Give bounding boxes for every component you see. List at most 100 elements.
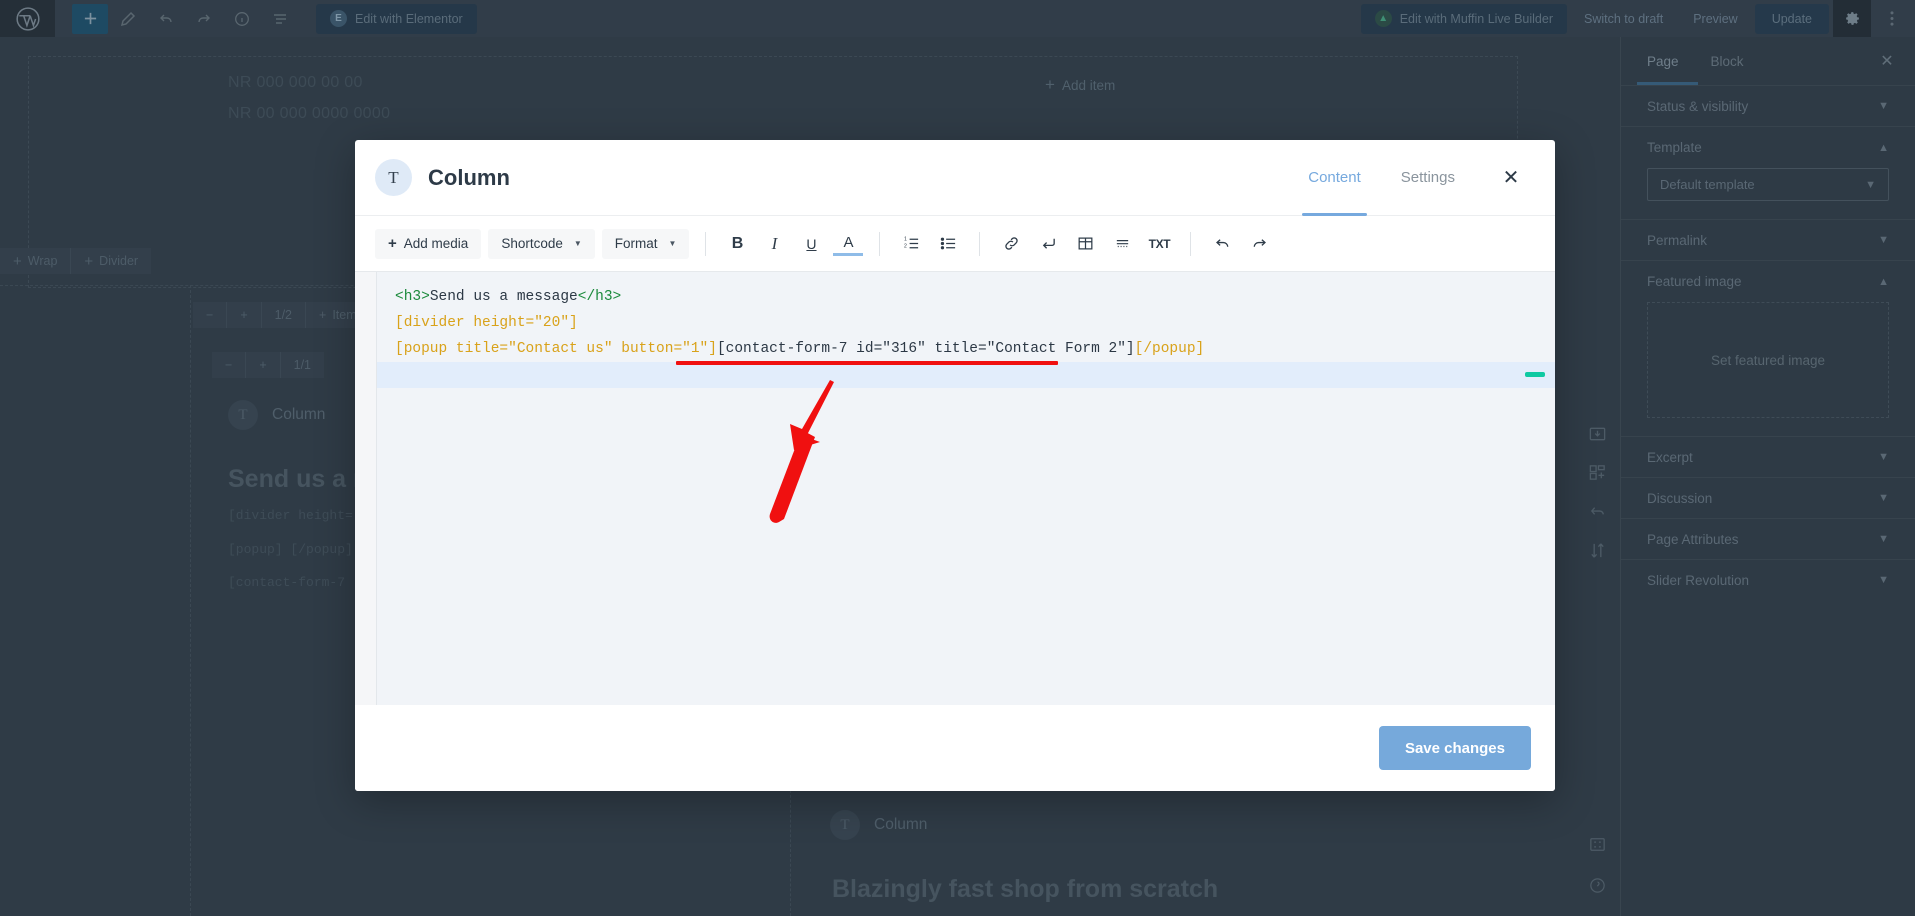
redo-icon[interactable] — [186, 4, 222, 34]
tab-content[interactable]: Content — [1288, 140, 1381, 216]
horizontal-rule-icon[interactable] — [1107, 229, 1137, 259]
preview-button[interactable]: Preview — [1680, 4, 1750, 34]
sidebar-panel-excerpt[interactable]: Excerpt ▼ — [1621, 436, 1915, 477]
edit-with-elementor-button[interactable]: E Edit with Elementor — [316, 4, 477, 34]
ordered-list-icon[interactable]: 1 2 — [896, 229, 926, 259]
bold-button[interactable]: B — [722, 229, 752, 259]
sidebar-panel-label: Template — [1647, 140, 1702, 155]
modal-title: Column — [428, 165, 510, 191]
block-patterns-icon[interactable] — [1575, 453, 1620, 491]
canvas-column-guide — [190, 285, 191, 916]
edit-with-elementor-label: Edit with Elementor — [355, 12, 463, 26]
plain-text-icon[interactable]: TXT — [1144, 229, 1174, 259]
shortcode-label: Shortcode — [501, 236, 563, 251]
canvas-add-divider-label: Divider — [99, 254, 138, 268]
link-icon[interactable] — [996, 229, 1026, 259]
code-token-heading-text: Send us a message — [430, 289, 578, 305]
format-dropdown[interactable]: Format ▼ — [602, 229, 690, 259]
modal-tabs: Content Settings — [1288, 140, 1475, 216]
save-changes-button[interactable]: Save changes — [1379, 726, 1531, 770]
info-icon[interactable] — [224, 4, 260, 34]
tab-page[interactable]: Page — [1631, 37, 1695, 85]
close-icon[interactable]: ✕ — [1489, 140, 1533, 216]
canvas-column-label-2: Column — [874, 816, 927, 834]
add-media-button[interactable]: + Add media — [375, 229, 481, 259]
admin-bar-tools — [72, 4, 298, 34]
text-column-icon: T — [830, 810, 860, 840]
redo-icon[interactable] — [1244, 229, 1274, 259]
sidebar-panel-featured-image-header[interactable]: Featured image ▲ — [1621, 261, 1915, 302]
table-icon[interactable] — [1070, 229, 1100, 259]
sidebar-panel-template-header[interactable]: Template ▲ — [1621, 127, 1915, 168]
chevron-down-icon: ▼ — [1865, 179, 1876, 191]
code-line-4-active — [377, 362, 1555, 388]
code-editor[interactable]: <h3>Send us a message</h3> [divider heig… — [355, 272, 1555, 705]
editor-code-area[interactable]: <h3>Send us a message</h3> [divider heig… — [377, 272, 1555, 705]
undo-icon[interactable] — [148, 4, 184, 34]
chevron-down-icon: ▼ — [1878, 451, 1889, 463]
underline-button[interactable]: U — [796, 229, 826, 259]
list-view-icon[interactable] — [262, 4, 298, 34]
plus-icon: + — [1045, 75, 1055, 95]
shortcode-dropdown[interactable]: Shortcode ▼ — [488, 229, 594, 259]
svg-text:2: 2 — [904, 243, 907, 249]
annotation-arrow-icon — [760, 380, 870, 525]
sidebar-panel-permalink[interactable]: Permalink ▼ — [1621, 219, 1915, 260]
sidebar-close-icon[interactable]: ✕ — [1869, 43, 1905, 79]
canvas-add-divider-button[interactable]: + Divider — [71, 248, 151, 274]
svg-text:1: 1 — [904, 237, 907, 243]
canvas-add-wrap-button[interactable]: + Wrap — [0, 248, 71, 274]
modal-avatar-letter: T — [388, 168, 398, 188]
set-featured-image-button[interactable]: Set featured image — [1647, 302, 1889, 418]
block-inserter-icon[interactable] — [1575, 415, 1620, 453]
canvas-add-item-button[interactable]: + Add item — [1045, 75, 1115, 95]
toolbar-divider — [879, 232, 880, 256]
canvas-wrap-minus-button[interactable]: − — [193, 302, 227, 328]
plus-icon: + — [259, 358, 266, 372]
sidebar-panel-page-attributes[interactable]: Page Attributes ▼ — [1621, 518, 1915, 559]
minus-icon: − — [225, 358, 232, 372]
code-line-3: [popup title="Contact us" button="1"][co… — [377, 336, 1555, 362]
canvas-wrap-ratio: 1/2 — [262, 302, 306, 328]
undo-history-icon[interactable] — [1575, 492, 1620, 530]
canvas-column-header-2[interactable]: T Column — [830, 810, 927, 840]
canvas-item-plus-button[interactable]: + — [246, 352, 280, 378]
chevron-up-icon: ▲ — [1878, 142, 1889, 154]
canvas-wrap-plus-button[interactable]: + — [227, 302, 261, 328]
text-color-button[interactable]: A — [833, 232, 863, 256]
canvas-add-item-label: Add item — [1062, 78, 1115, 93]
code-line-1: <h3>Send us a message</h3> — [377, 284, 1555, 310]
wordpress-icon[interactable] — [0, 0, 55, 37]
editor-icon-rail — [1575, 0, 1620, 916]
tab-block[interactable]: Block — [1695, 37, 1760, 85]
code-line-2: [divider height="20"] — [377, 310, 1555, 336]
line-break-icon[interactable] — [1033, 229, 1063, 259]
sidebar-panel-status-visibility[interactable]: Status & visibility ▼ — [1621, 85, 1915, 126]
screen-options-icon[interactable] — [1575, 825, 1620, 863]
undo-icon[interactable] — [1207, 229, 1237, 259]
sidebar-panel-template-body: Default template ▼ — [1621, 168, 1915, 219]
italic-button[interactable]: I — [759, 229, 789, 259]
gear-icon[interactable] — [1833, 0, 1871, 38]
sidebar-panel-featured-image-body: Set featured image — [1621, 302, 1915, 436]
tab-settings[interactable]: Settings — [1381, 140, 1475, 216]
editor-gutter — [355, 272, 377, 705]
canvas-section-toolbar: + Wrap + Divider — [0, 248, 151, 274]
update-button[interactable]: Update — [1755, 4, 1829, 34]
plus-icon: + — [240, 308, 247, 322]
sidebar-panel-discussion[interactable]: Discussion ▼ — [1621, 477, 1915, 518]
canvas-code-3: [contact-form-7 — [228, 575, 345, 590]
code-token-popup-open: [popup title="Contact us" button="1"] — [395, 341, 717, 357]
add-block-button[interactable] — [72, 4, 108, 34]
template-select[interactable]: Default template ▼ — [1647, 168, 1889, 201]
kebab-menu-icon[interactable] — [1875, 0, 1909, 38]
help-icon[interactable] — [1575, 866, 1620, 904]
reorder-icon[interactable] — [1575, 531, 1620, 569]
code-token-close-tag: </h3> — [578, 289, 622, 305]
unordered-list-icon[interactable] — [933, 229, 963, 259]
edit-with-muffin-button[interactable]: ▲ Edit with Muffin Live Builder — [1361, 4, 1567, 34]
pencil-icon[interactable] — [110, 4, 146, 34]
sidebar-panel-slider-revolution[interactable]: Slider Revolution ▼ — [1621, 559, 1915, 600]
canvas-column-header[interactable]: T Column — [228, 400, 325, 430]
canvas-item-minus-button[interactable]: − — [212, 352, 246, 378]
